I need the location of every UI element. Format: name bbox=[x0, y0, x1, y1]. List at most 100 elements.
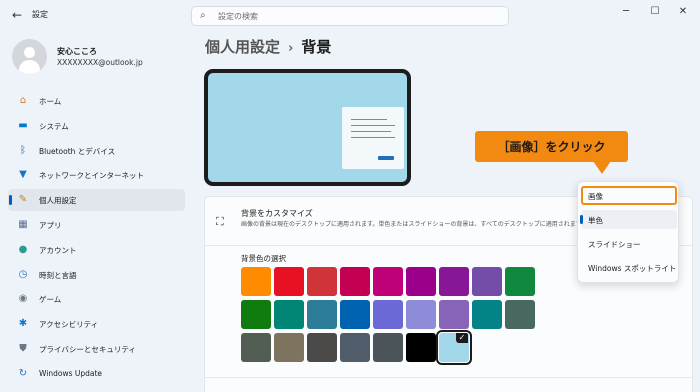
color-swatch[interactable]: ✓ bbox=[436, 330, 472, 365]
color-swatch[interactable] bbox=[373, 333, 403, 362]
color-swatch[interactable] bbox=[274, 267, 304, 296]
sidebar-item[interactable]: ● アカウント bbox=[8, 239, 185, 261]
avatar[interactable] bbox=[12, 39, 47, 74]
callout-text: ［画像］をクリック bbox=[497, 140, 606, 154]
sidebar-item-label: 個人用設定 bbox=[39, 196, 77, 206]
sidebar-item-label: ホーム bbox=[39, 97, 62, 106]
desktop-preview bbox=[204, 69, 411, 186]
color-swatch[interactable] bbox=[340, 267, 370, 296]
sidebar-item-label: Bluetooth とデバイス bbox=[39, 146, 116, 156]
option-label: スライドショー bbox=[588, 240, 641, 249]
wifi-icon: ▼ bbox=[19, 169, 27, 181]
option-label: Windows スポットライト bbox=[588, 264, 677, 273]
sidebar-item[interactable]: ◷ 時刻と言語 bbox=[8, 264, 185, 286]
color-swatch[interactable] bbox=[406, 333, 436, 362]
sidebar-item[interactable]: ᛒ Bluetooth とデバイス bbox=[8, 140, 185, 162]
annotation-callout: ［画像］をクリック bbox=[475, 131, 628, 174]
color-swatch[interactable] bbox=[472, 300, 502, 329]
page-title: 背景 bbox=[301, 38, 332, 56]
color-swatch[interactable] bbox=[439, 300, 469, 329]
option-image[interactable]: 画像 bbox=[581, 186, 677, 205]
maximize-button[interactable]: ☐ bbox=[641, 4, 669, 20]
breadcrumb: 個人用設定 › 背景 bbox=[205, 36, 331, 57]
color-swatch[interactable] bbox=[241, 300, 271, 329]
option-slideshow[interactable]: スライドショー bbox=[581, 234, 677, 253]
checkmark-icon: ✓ bbox=[456, 333, 468, 343]
gaming-icon: ◉ bbox=[18, 293, 28, 305]
avatar-body bbox=[19, 60, 40, 74]
preview-button bbox=[378, 156, 394, 160]
close-button[interactable]: ✕ bbox=[669, 4, 697, 20]
bluetooth-icon: ᛒ bbox=[20, 144, 26, 156]
sidebar-item-label: ネットワークとインターネット bbox=[39, 171, 144, 181]
color-swatch[interactable] bbox=[307, 267, 337, 296]
search-icon: ⌕ bbox=[200, 10, 206, 21]
color-swatch[interactable] bbox=[340, 300, 370, 329]
color-swatch[interactable] bbox=[505, 267, 535, 296]
color-swatch[interactable] bbox=[274, 300, 304, 329]
brush-icon: ✎ bbox=[18, 194, 28, 206]
accessibility-icon: ✱ bbox=[18, 318, 28, 330]
sidebar-item[interactable]: ✱ アクセシビリティ bbox=[8, 313, 185, 335]
avatar-head bbox=[24, 47, 35, 58]
system-icon: ▬ bbox=[18, 119, 28, 131]
color-swatch[interactable] bbox=[373, 300, 403, 329]
option-label: 画像 bbox=[588, 192, 603, 201]
sidebar-item[interactable]: ✎ 個人用設定 bbox=[8, 189, 185, 212]
color-swatch[interactable] bbox=[472, 267, 502, 296]
app-title: 設定 bbox=[32, 10, 48, 19]
profile-email: XXXXXXXX@outlook.jp bbox=[57, 58, 143, 67]
shield-icon: ⛊ bbox=[19, 343, 27, 354]
divider bbox=[205, 377, 694, 378]
sidebar-item[interactable]: ▼ ネットワークとインターネット bbox=[8, 164, 185, 186]
time-language-icon: ◷ bbox=[18, 268, 28, 280]
color-swatch[interactable] bbox=[241, 267, 271, 296]
sidebar-item-label: 時刻と言語 bbox=[39, 270, 77, 280]
back-arrow-icon[interactable]: ← bbox=[9, 7, 25, 23]
home-icon: ⌂ bbox=[19, 95, 27, 106]
sidebar-item[interactable]: ⌂ ホーム bbox=[8, 90, 185, 112]
sidebar-item[interactable]: ⛊ プライバシーとセキュリティ bbox=[8, 338, 185, 360]
preview-line bbox=[351, 119, 387, 120]
color-swatch[interactable] bbox=[241, 333, 271, 362]
color-swatch[interactable] bbox=[340, 333, 370, 362]
sidebar-item-label: プライバシーとセキュリティ bbox=[39, 345, 136, 354]
color-swatch[interactable] bbox=[406, 300, 436, 329]
sidebar-item-label: アプリ bbox=[39, 221, 62, 230]
color-swatch[interactable] bbox=[307, 300, 337, 329]
preview-line bbox=[351, 131, 391, 132]
background-card-title: 背景をカスタマイズ bbox=[241, 209, 313, 218]
color-swatch[interactable] bbox=[274, 333, 304, 362]
option-windows-spotlight[interactable]: Windows スポットライト bbox=[581, 258, 677, 277]
background-card-description: 画像の背景は現在のデスクトップに適用されます。単色またはスライドショーの背景は、… bbox=[241, 221, 588, 228]
profile-name: 安心こころ bbox=[57, 47, 97, 56]
sidebar-item-label: アクセシビリティ bbox=[39, 320, 99, 330]
sidebar-item[interactable]: ↻ Windows Update bbox=[8, 363, 185, 385]
sidebar-item-label: アカウント bbox=[39, 245, 77, 255]
color-swatch[interactable] bbox=[505, 300, 535, 329]
color-picker-label: 背景色の選択 bbox=[241, 254, 286, 263]
option-solid-color[interactable]: 単色 bbox=[580, 210, 677, 229]
color-swatch[interactable] bbox=[373, 267, 403, 296]
search-input[interactable]: ⌕ 設定の検索 bbox=[191, 6, 509, 26]
search-placeholder: 設定の検索 bbox=[218, 12, 258, 21]
account-icon: ● bbox=[18, 243, 28, 255]
minimize-button[interactable]: ─ bbox=[612, 4, 640, 20]
preview-window bbox=[342, 107, 404, 169]
color-swatch[interactable] bbox=[439, 267, 469, 296]
sidebar-item[interactable]: ▬ システム bbox=[8, 115, 185, 137]
sidebar-item-label: ゲーム bbox=[39, 295, 62, 305]
sidebar-item-label: Windows Update bbox=[39, 368, 103, 378]
sidebar-item-label: システム bbox=[39, 121, 69, 131]
color-swatch[interactable] bbox=[406, 267, 436, 296]
title-bar: ← 設定 ⌕ 設定の検索 ─ ☐ ✕ bbox=[0, 0, 700, 32]
preview-line bbox=[351, 125, 395, 126]
breadcrumb-separator: › bbox=[288, 41, 294, 56]
color-swatch[interactable] bbox=[307, 333, 337, 362]
sidebar-item[interactable]: ▦ アプリ bbox=[8, 214, 185, 236]
update-icon: ↻ bbox=[18, 367, 28, 379]
breadcrumb-parent[interactable]: 個人用設定 bbox=[205, 38, 280, 56]
preview-line bbox=[351, 137, 395, 138]
sidebar-item[interactable]: ◉ ゲーム bbox=[8, 288, 185, 310]
apps-icon: ▦ bbox=[18, 219, 28, 230]
